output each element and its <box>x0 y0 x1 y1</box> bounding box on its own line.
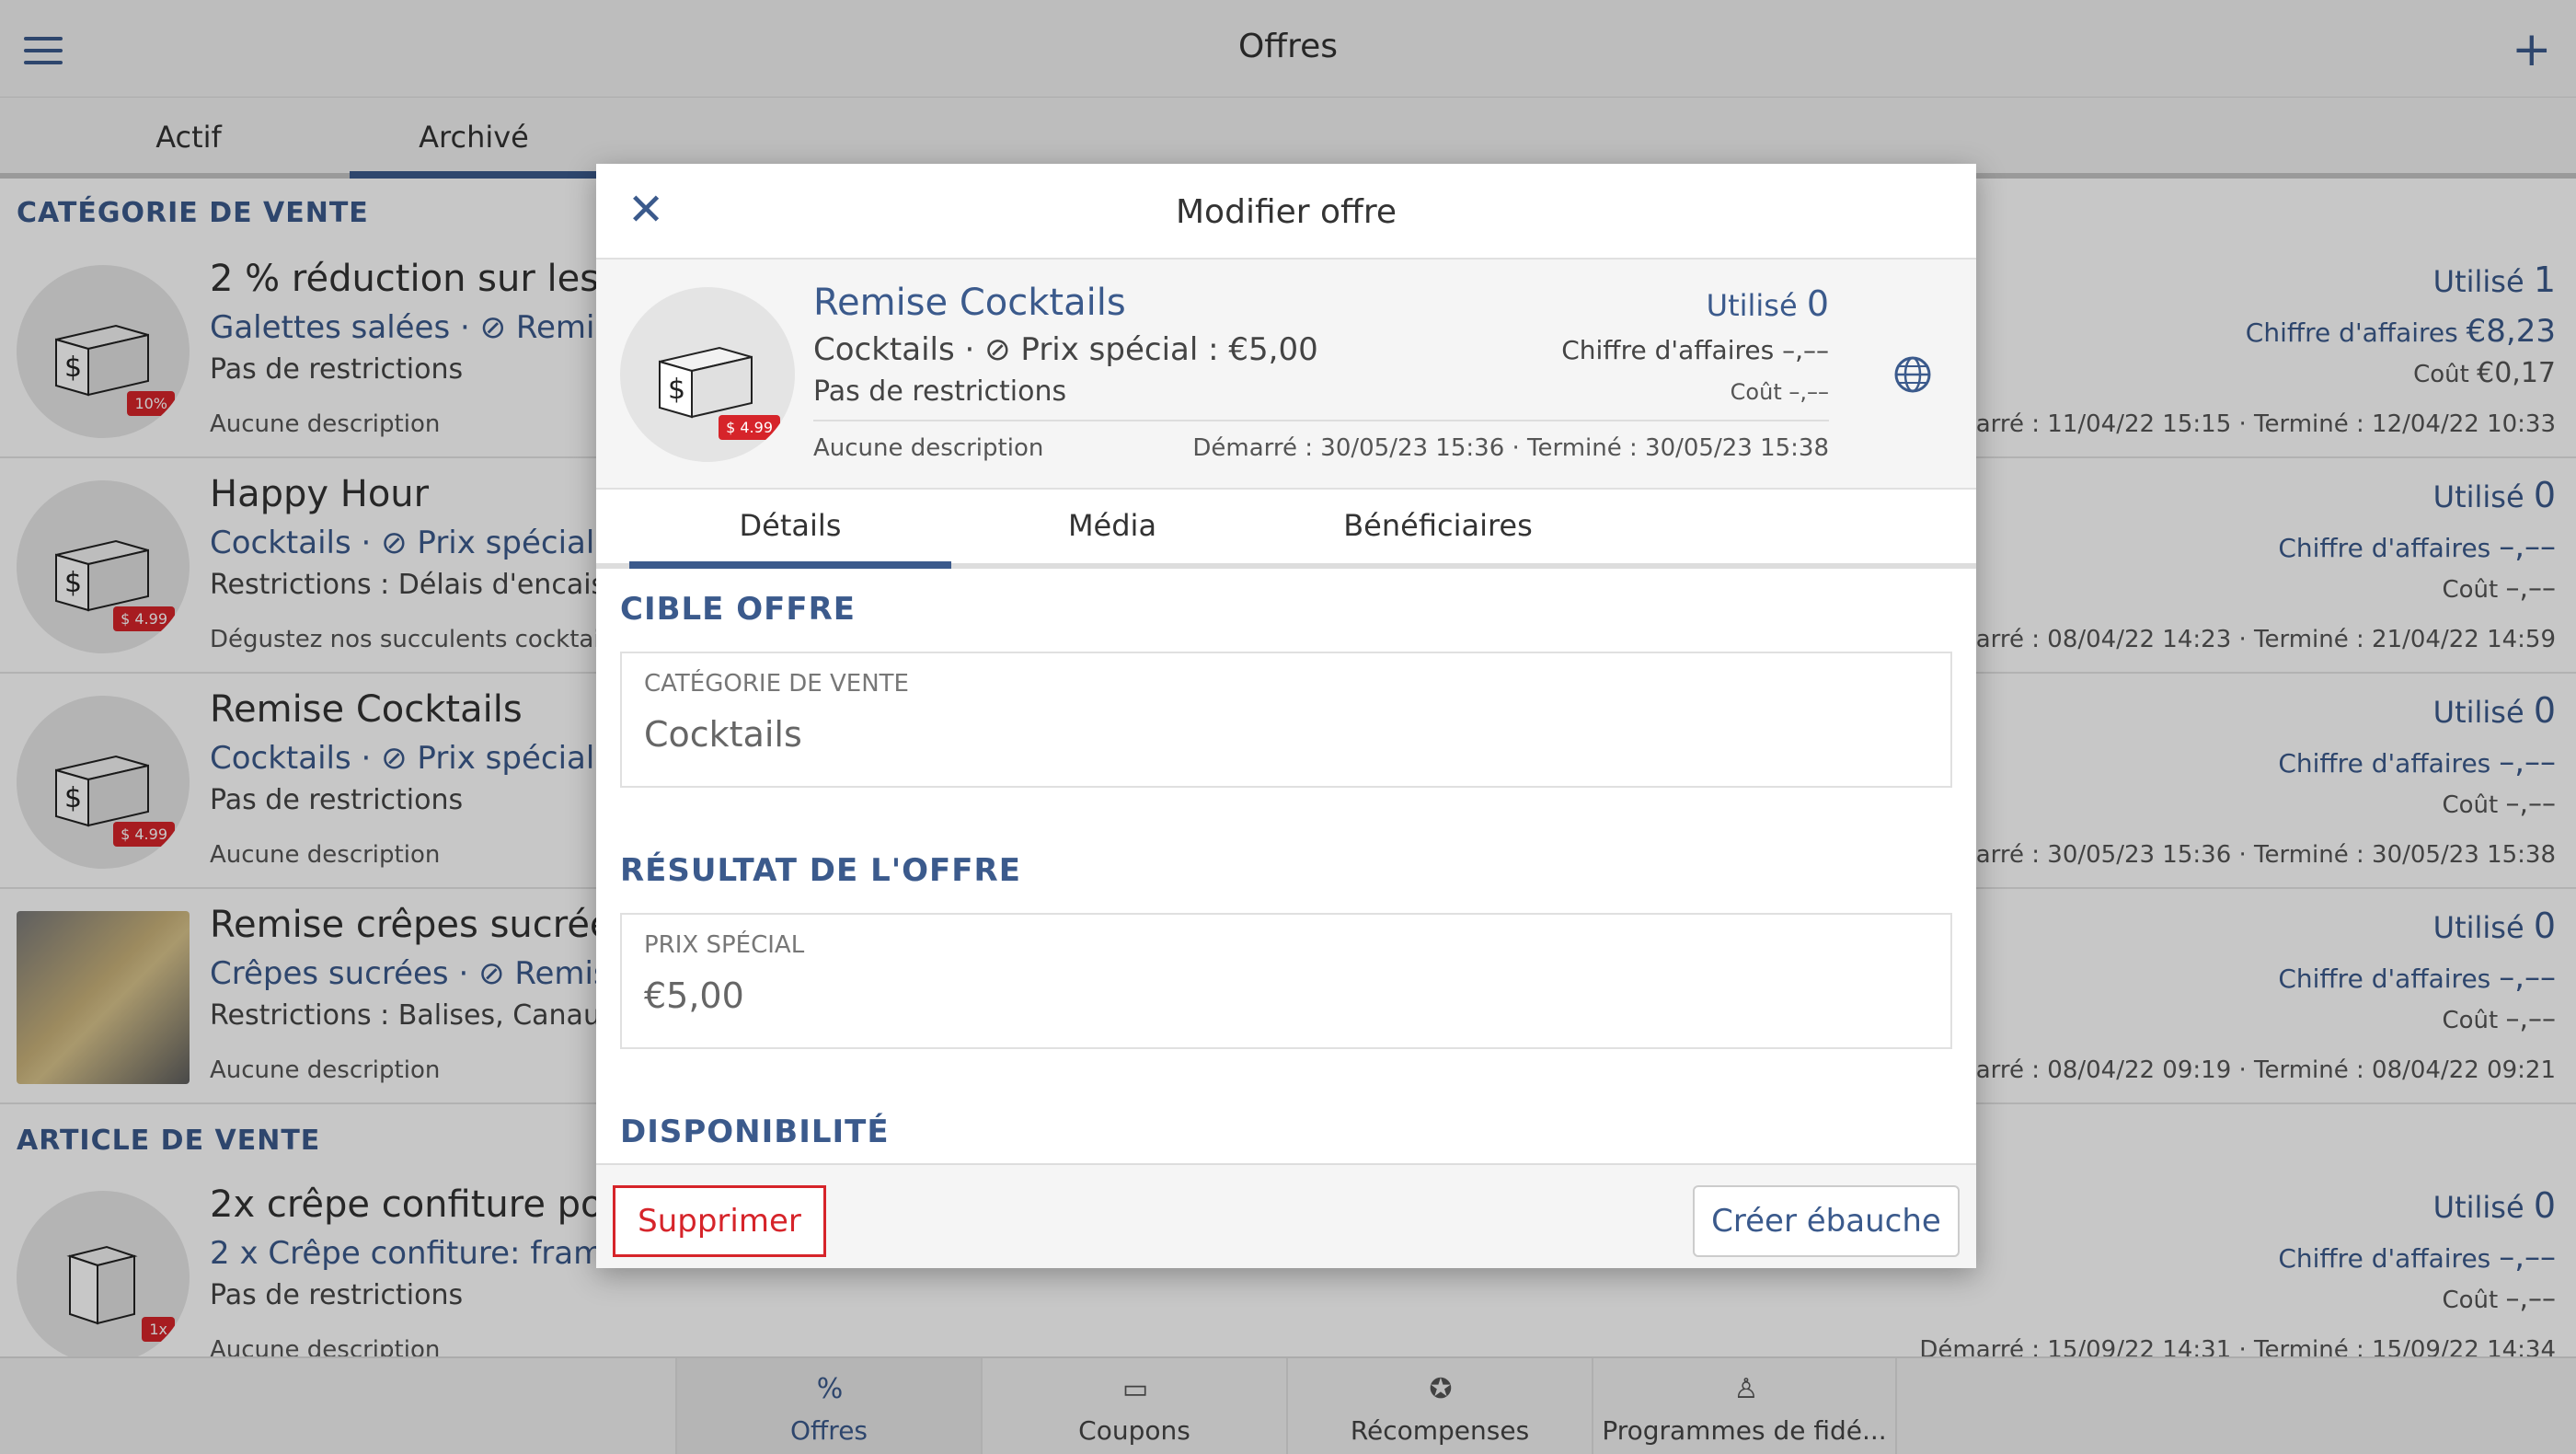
target-field[interactable]: CATÉGORIE DE VENTE Cocktails <box>620 652 1952 788</box>
field-value: Cocktails <box>644 714 802 755</box>
offer-revenue: Chiffre d'affaires –,–– <box>1561 335 1829 365</box>
used-label: Utilisé <box>1706 288 1798 323</box>
globe-icon[interactable] <box>1893 355 1932 394</box>
section-result: RÉSULTAT DE L'OFFRE <box>620 852 1021 889</box>
offer-thumbnail: $ $ 4.99 <box>620 287 795 462</box>
price-tag: $ 4.99 <box>719 415 780 440</box>
offer-used: Utilisé 0 <box>1707 283 1829 324</box>
modal-header: ✕ Modifier offre <box>596 164 1976 260</box>
create-draft-button[interactable]: Créer ébauche <box>1693 1185 1960 1257</box>
edit-offer-modal: ✕ Modifier offre $ $ 4.99 Remise Cocktai… <box>596 164 1976 1268</box>
offer-restrictions: Pas de restrictions <box>813 375 1067 408</box>
offer-description: Aucune description <box>813 434 1044 462</box>
offer-name: Remise Cocktails <box>813 282 1126 324</box>
tab-details[interactable]: Détails <box>629 508 951 543</box>
modal-footer: Supprimer Créer ébauche <box>596 1163 1976 1268</box>
app-root: Offres + Actif Archivé CATÉGORIE DE VENT… <box>0 0 2576 1454</box>
field-label: PRIX SPÉCIAL <box>644 931 805 959</box>
active-tab-indicator <box>629 561 951 569</box>
offer-summary: $ $ 4.99 Remise Cocktails Cocktails · ⊘ … <box>596 260 1976 490</box>
used-value: 0 <box>1806 283 1829 324</box>
divider <box>813 420 1829 421</box>
field-value: €5,00 <box>644 975 744 1016</box>
offer-dates: Démarré : 30/05/23 15:36 · Terminé : 30/… <box>1192 434 1829 462</box>
section-target: CIBLE OFFRE <box>620 591 857 628</box>
offer-meta: Cocktails · ⊘ Prix spécial : €5,00 <box>813 331 1318 368</box>
result-field[interactable]: PRIX SPÉCIAL €5,00 <box>620 913 1952 1049</box>
tab-beneficiaires[interactable]: Bénéficiaires <box>1277 508 1599 543</box>
field-label: CATÉGORIE DE VENTE <box>644 670 909 698</box>
cash-box-icon: $ <box>659 346 753 419</box>
section-availability: DISPONIBILITÉ <box>620 1114 890 1150</box>
modal-title: Modifier offre <box>1176 193 1397 231</box>
modal-tabs: Détails Média Bénéficiaires <box>596 490 1976 569</box>
offer-cost: Coût –,–– <box>1730 379 1829 405</box>
delete-button[interactable]: Supprimer <box>613 1185 826 1257</box>
svg-text:$: $ <box>668 374 685 406</box>
modal-body[interactable]: CIBLE OFFRE CATÉGORIE DE VENTE Cocktails… <box>596 569 1976 1163</box>
tab-media[interactable]: Média <box>951 508 1273 543</box>
